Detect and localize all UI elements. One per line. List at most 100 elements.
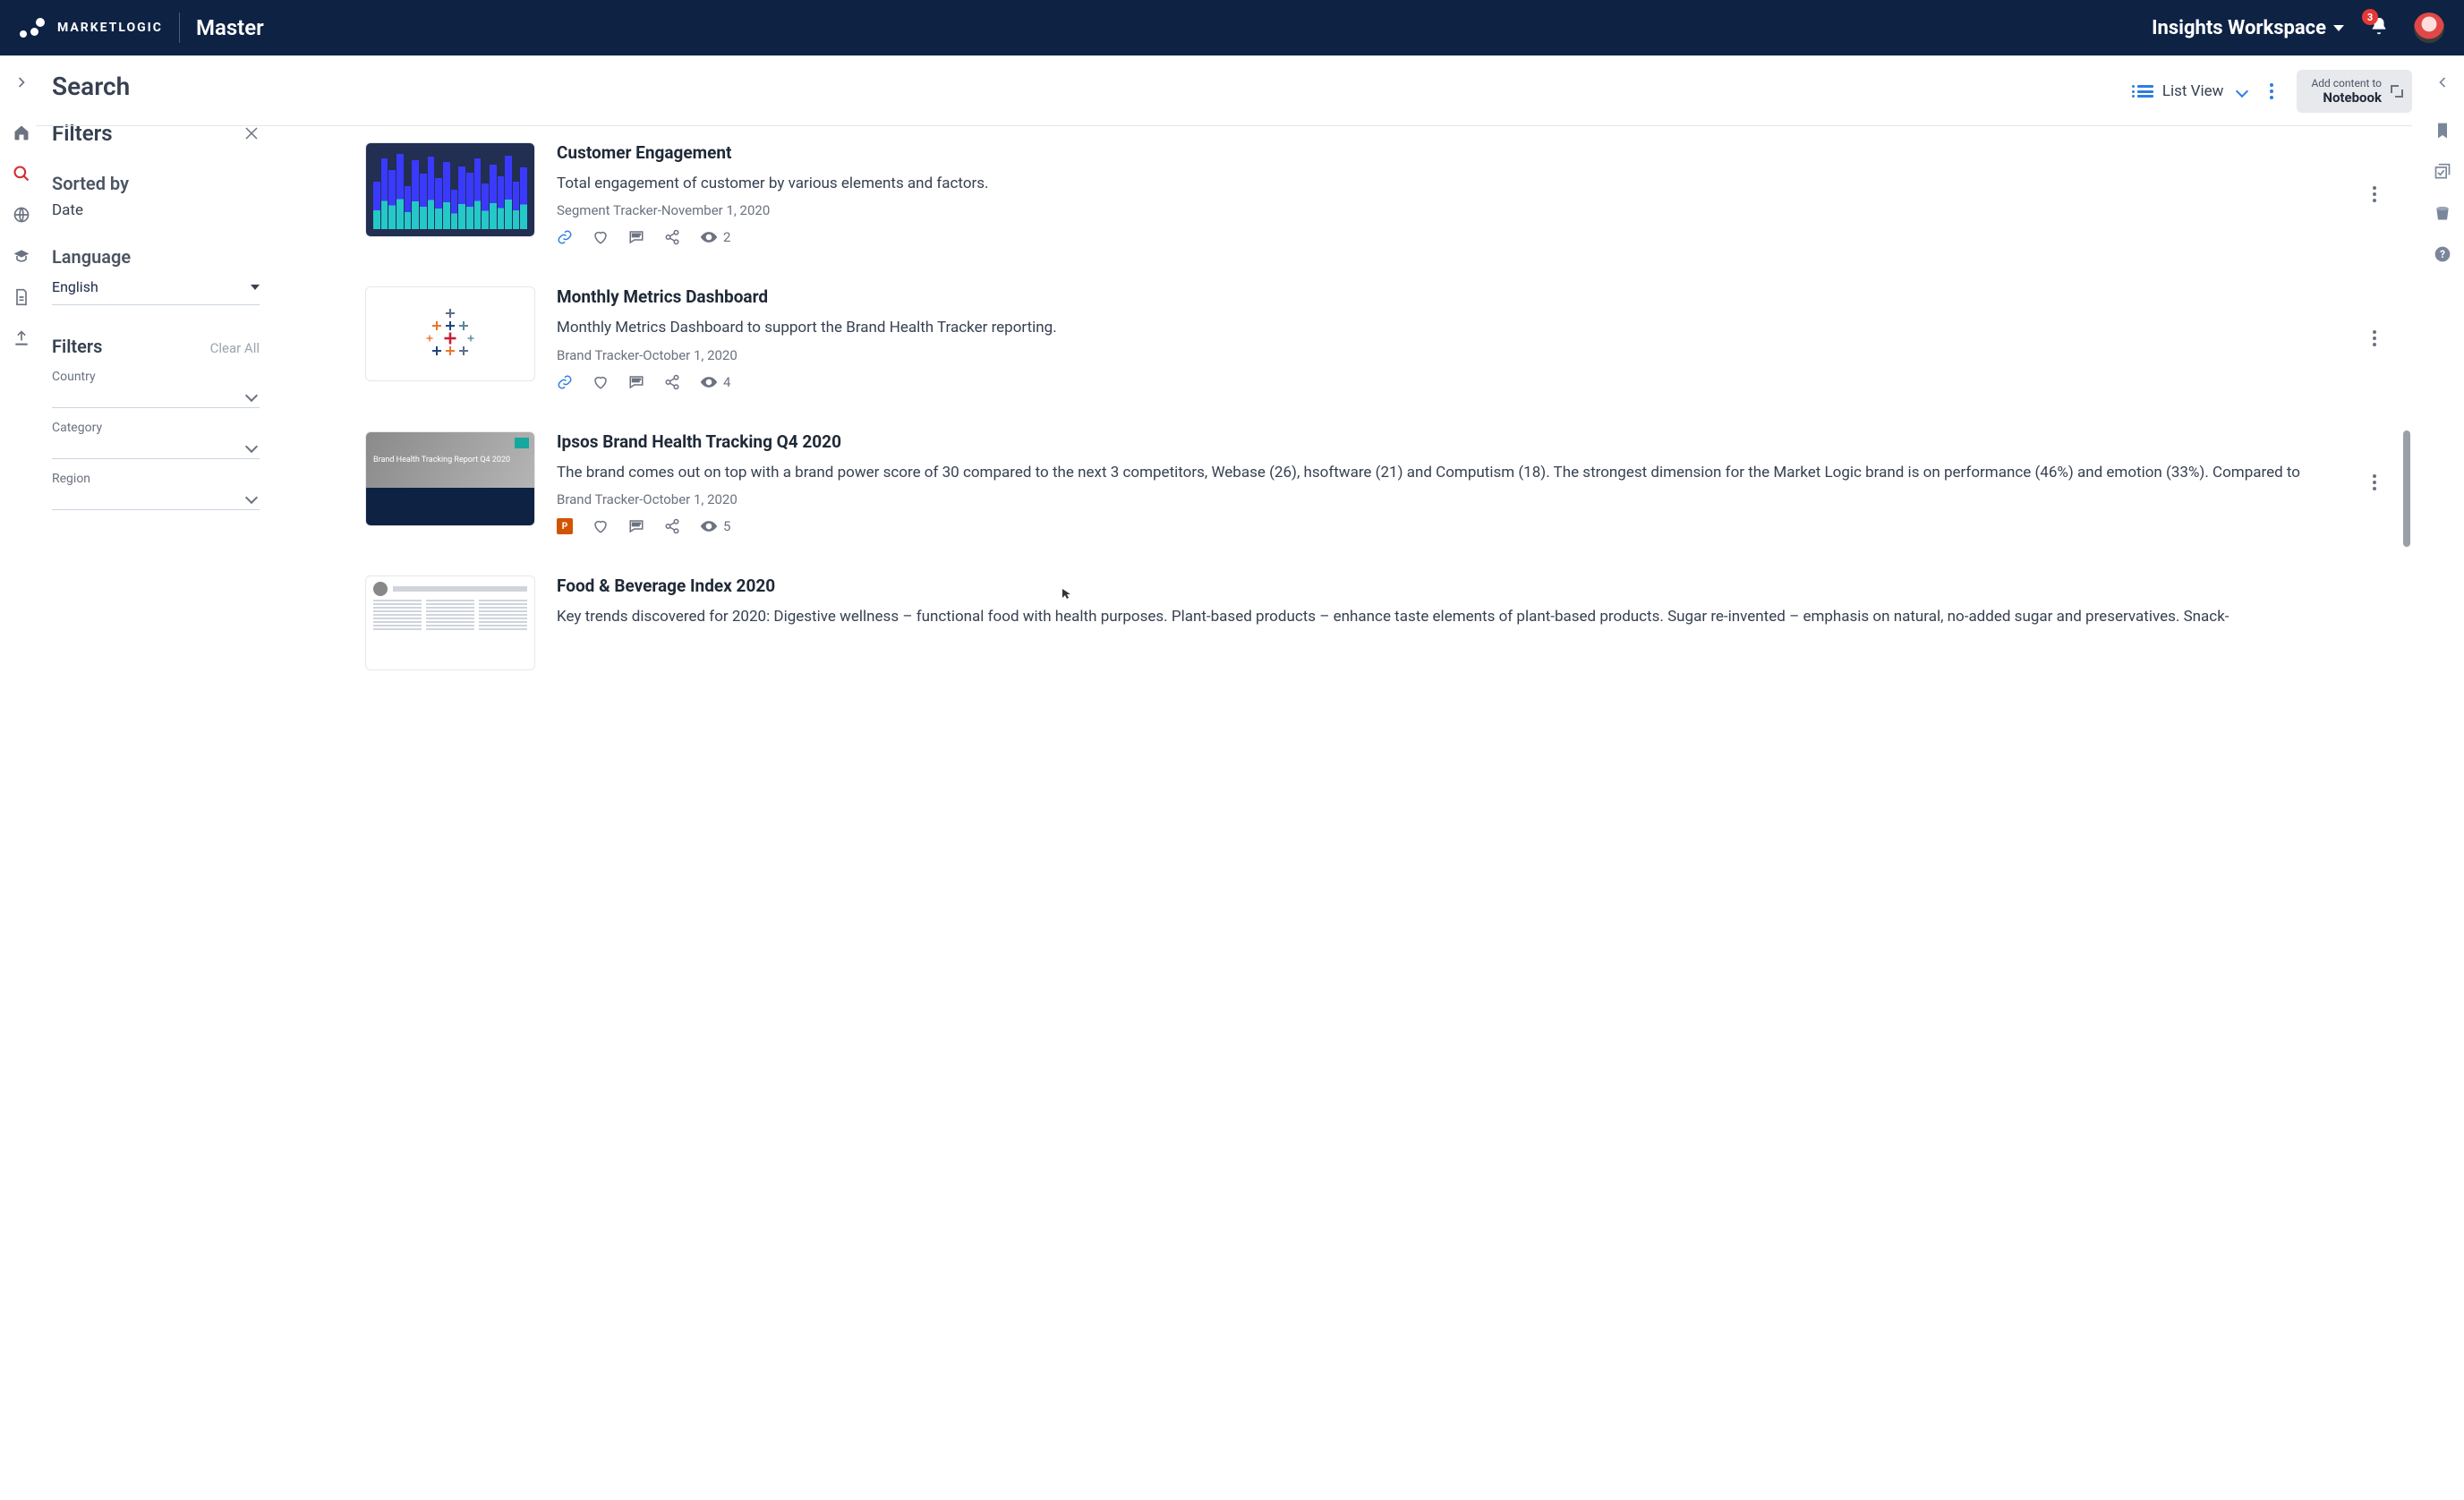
upload-icon[interactable] bbox=[13, 329, 30, 347]
close-filters-icon[interactable] bbox=[243, 125, 260, 141]
context-title: Master bbox=[196, 15, 264, 40]
expand-left-icon[interactable] bbox=[13, 73, 30, 91]
search-icon[interactable] bbox=[13, 165, 30, 183]
facet-region-select[interactable] bbox=[52, 486, 260, 510]
result-description: Key trends discovered for 2020: Digestiv… bbox=[557, 605, 2385, 628]
document-icon[interactable] bbox=[13, 288, 30, 306]
comment-icon[interactable] bbox=[628, 518, 644, 534]
eye-icon bbox=[700, 520, 718, 533]
caret-down-icon bbox=[2333, 25, 2344, 31]
powerpoint-badge-icon: P bbox=[557, 518, 573, 534]
scrollbar[interactable] bbox=[2401, 126, 2410, 1500]
result-card[interactable]: Monthly Metrics Dashboard Monthly Metric… bbox=[365, 286, 2385, 389]
brand-block: MARKETLOGIC bbox=[20, 18, 163, 38]
logo-icon bbox=[20, 18, 47, 38]
result-more-menu[interactable] bbox=[2373, 474, 2376, 490]
workspace-dropdown[interactable]: Insights Workspace bbox=[2152, 17, 2344, 39]
expand-icon bbox=[2391, 85, 2403, 98]
result-title[interactable]: Ipsos Brand Health Tracking Q4 2020 bbox=[557, 431, 2351, 452]
bookmark-icon[interactable] bbox=[2434, 122, 2451, 140]
chevron-down-icon bbox=[245, 389, 258, 402]
result-source: Brand Tracker-October 1, 2020 bbox=[557, 491, 2351, 507]
filters-panel: Search Filters Sorted by Date Language E… bbox=[43, 55, 267, 1500]
result-actions: 4 bbox=[557, 374, 2351, 390]
collapse-right-icon[interactable] bbox=[2434, 73, 2451, 91]
facet-region-label: Region bbox=[52, 472, 260, 486]
sorted-by-value[interactable]: Date bbox=[52, 201, 260, 219]
heart-icon[interactable] bbox=[593, 229, 609, 245]
share-icon[interactable] bbox=[664, 229, 680, 245]
result-title[interactable]: Customer Engagement bbox=[557, 142, 2351, 163]
help-icon[interactable]: ? bbox=[2434, 245, 2451, 263]
heart-icon[interactable] bbox=[593, 518, 609, 534]
home-icon[interactable] bbox=[13, 124, 30, 141]
result-thumbnail: Brand Health Tracking Report Q4 2020 bbox=[365, 431, 535, 526]
results-list: Customer Engagement Total engagement of … bbox=[267, 126, 2412, 1500]
left-rail bbox=[0, 55, 43, 1500]
chevron-down-icon bbox=[245, 440, 258, 453]
facet-category-select[interactable] bbox=[52, 435, 260, 459]
facet-country-select[interactable] bbox=[52, 384, 260, 408]
view-count: 4 bbox=[700, 374, 730, 390]
result-description: The brand comes out on top with a brand … bbox=[557, 461, 2351, 484]
result-thumbnail bbox=[365, 575, 535, 670]
result-card[interactable]: Brand Health Tracking Report Q4 2020 Ips… bbox=[365, 431, 2385, 534]
result-more-menu[interactable] bbox=[2373, 186, 2376, 202]
heart-icon[interactable] bbox=[593, 374, 609, 390]
chevron-down-icon bbox=[245, 491, 258, 504]
result-actions: P 5 bbox=[557, 518, 2351, 534]
eye-icon bbox=[700, 231, 718, 243]
divider bbox=[179, 13, 180, 43]
workspace-label: Insights Workspace bbox=[2152, 17, 2326, 39]
comment-icon[interactable] bbox=[628, 374, 644, 390]
chevron-down-icon bbox=[251, 285, 260, 290]
svg-text:?: ? bbox=[2440, 248, 2445, 260]
results-toolbar: List View Add content to Notebook bbox=[36, 55, 2412, 126]
result-description: Monthly Metrics Dashboard to support the… bbox=[557, 316, 2351, 339]
view-count: 5 bbox=[700, 518, 730, 534]
language-select[interactable]: English bbox=[52, 275, 260, 305]
chevron-down-icon bbox=[2236, 85, 2248, 98]
scrollbar-thumb[interactable] bbox=[2403, 430, 2410, 547]
notebook-line1: Add content to bbox=[2311, 77, 2382, 89]
result-title[interactable]: Monthly Metrics Dashboard bbox=[557, 286, 2351, 307]
filters-label: Filters bbox=[52, 336, 102, 357]
view-label: List View bbox=[2162, 82, 2224, 100]
notifications-button[interactable]: 3 bbox=[2369, 16, 2389, 39]
user-avatar[interactable] bbox=[2414, 13, 2444, 43]
top-nav: MARKETLOGIC Master Insights Workspace 3 bbox=[0, 0, 2464, 55]
result-more-menu[interactable] bbox=[2373, 330, 2376, 346]
eye-icon bbox=[700, 376, 718, 388]
add-to-notebook-button[interactable]: Add content to Notebook bbox=[2297, 70, 2412, 113]
result-thumbnail bbox=[365, 286, 535, 381]
education-icon[interactable] bbox=[13, 247, 30, 265]
sorted-by-label: Sorted by bbox=[52, 173, 260, 194]
toolbar-more-menu[interactable] bbox=[2270, 83, 2273, 99]
list-view-icon bbox=[2137, 85, 2153, 98]
clear-all-button[interactable]: Clear All bbox=[210, 340, 260, 356]
globe-icon[interactable] bbox=[13, 206, 30, 224]
result-thumbnail bbox=[365, 142, 535, 237]
facet-country-label: Country bbox=[52, 370, 260, 384]
result-title[interactable]: Food & Beverage Index 2020 bbox=[557, 575, 2385, 596]
comment-icon[interactable] bbox=[628, 229, 644, 245]
collection-check-icon[interactable] bbox=[2434, 163, 2451, 181]
result-card[interactable]: Food & Beverage Index 2020 Key trends di… bbox=[365, 575, 2385, 670]
view-count: 2 bbox=[700, 229, 730, 245]
link-icon[interactable] bbox=[557, 374, 573, 390]
notebook-line2: Notebook bbox=[2311, 89, 2382, 106]
facet-category-label: Category bbox=[52, 421, 260, 435]
notification-badge: 3 bbox=[2362, 9, 2378, 25]
result-actions: 2 bbox=[557, 229, 2351, 245]
language-value: English bbox=[52, 278, 98, 295]
result-card[interactable]: Customer Engagement Total engagement of … bbox=[365, 142, 2385, 245]
right-rail: ? bbox=[2421, 55, 2464, 1500]
view-switcher[interactable]: List View bbox=[2137, 82, 2247, 100]
bucket-icon[interactable] bbox=[2434, 204, 2451, 222]
link-icon[interactable] bbox=[557, 229, 573, 245]
share-icon[interactable] bbox=[664, 518, 680, 534]
share-icon[interactable] bbox=[664, 374, 680, 390]
language-label: Language bbox=[52, 246, 260, 268]
result-description: Total engagement of customer by various … bbox=[557, 172, 2351, 195]
result-source: Segment Tracker-November 1, 2020 bbox=[557, 202, 2351, 218]
